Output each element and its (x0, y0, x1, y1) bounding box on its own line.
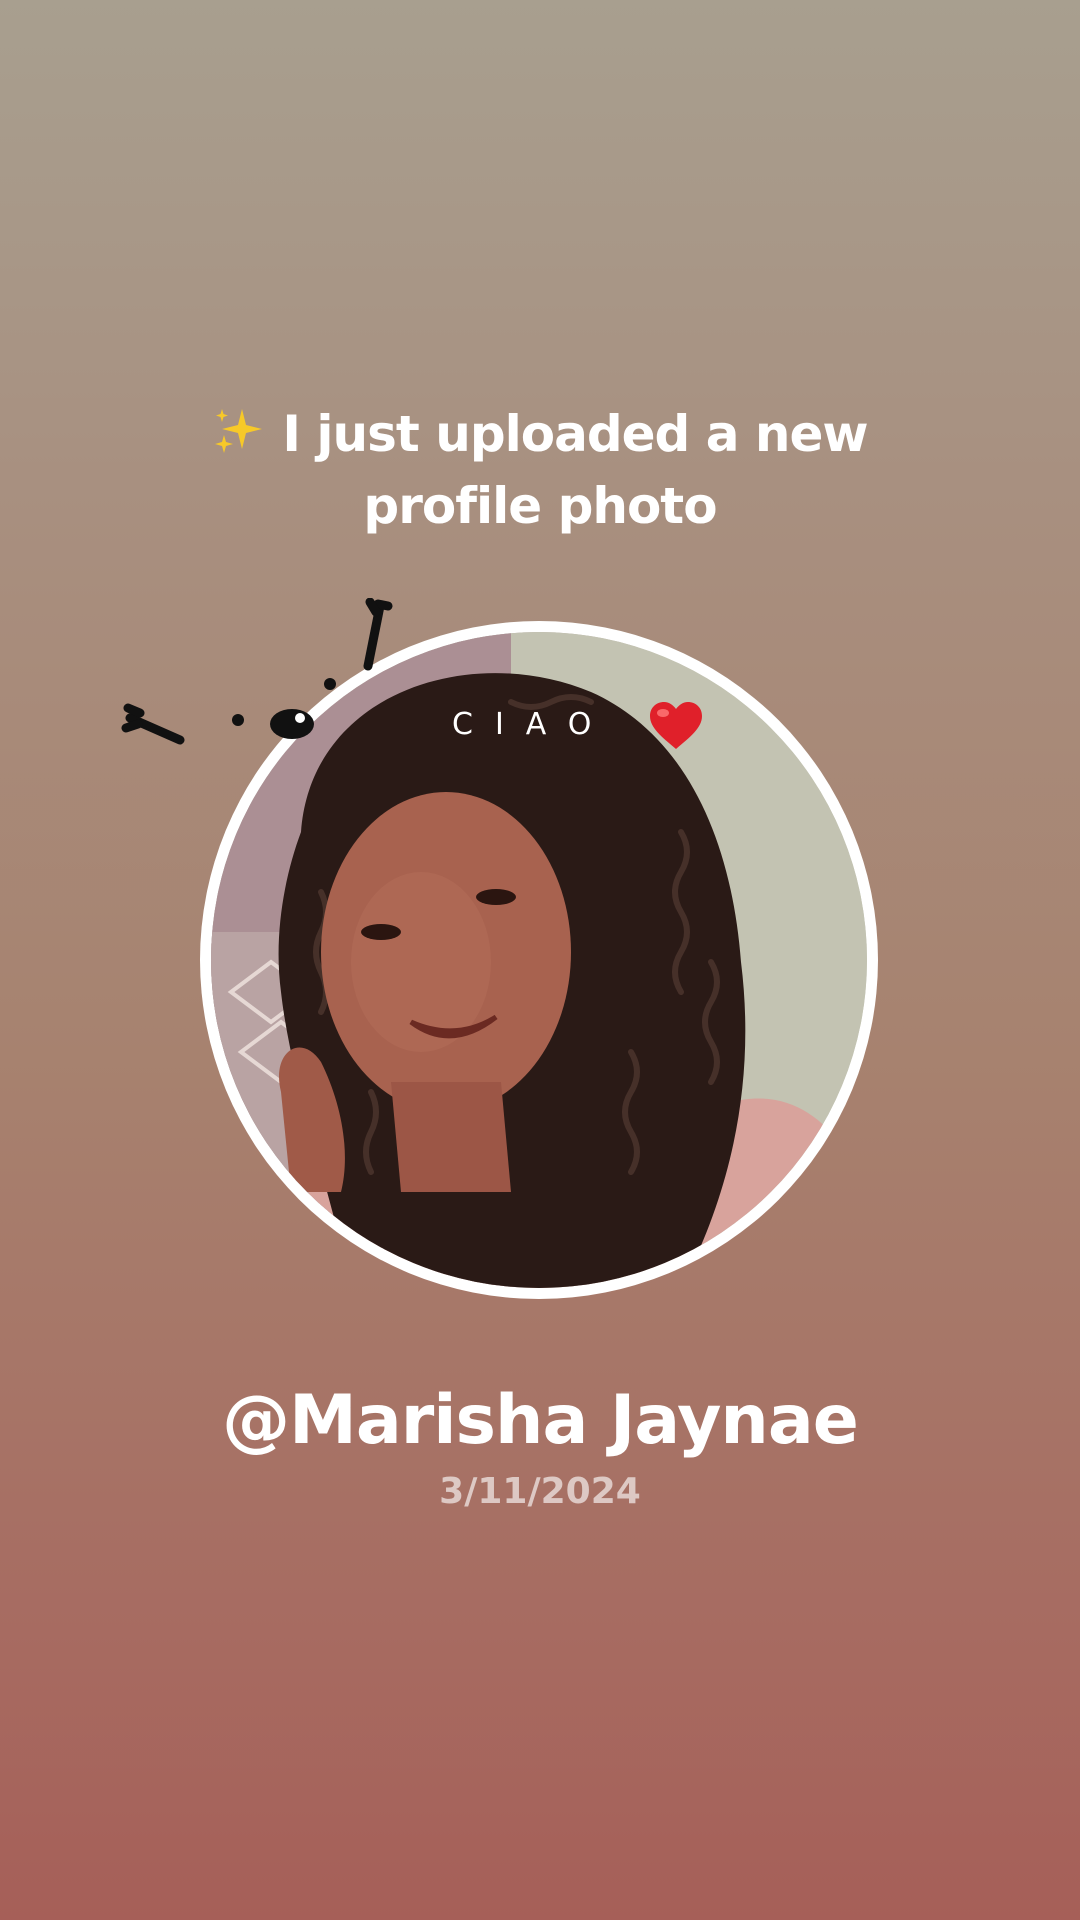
critter-doodle-icon (121, 598, 393, 745)
headline-line-1: I just uploaded a new (0, 398, 1080, 470)
headline-text-2: profile photo (363, 477, 717, 535)
headline-text-1: I just uploaded a new (282, 405, 868, 463)
sparkles-icon (212, 405, 264, 457)
upload-date: 3/11/2024 (439, 1471, 641, 1512)
username: @Marisha Jaynae (222, 1381, 859, 1460)
headline: I just uploaded a new profile photo (0, 398, 1080, 542)
red-heart-icon (650, 702, 702, 749)
photo-overlay-text: CIAO (452, 707, 614, 742)
